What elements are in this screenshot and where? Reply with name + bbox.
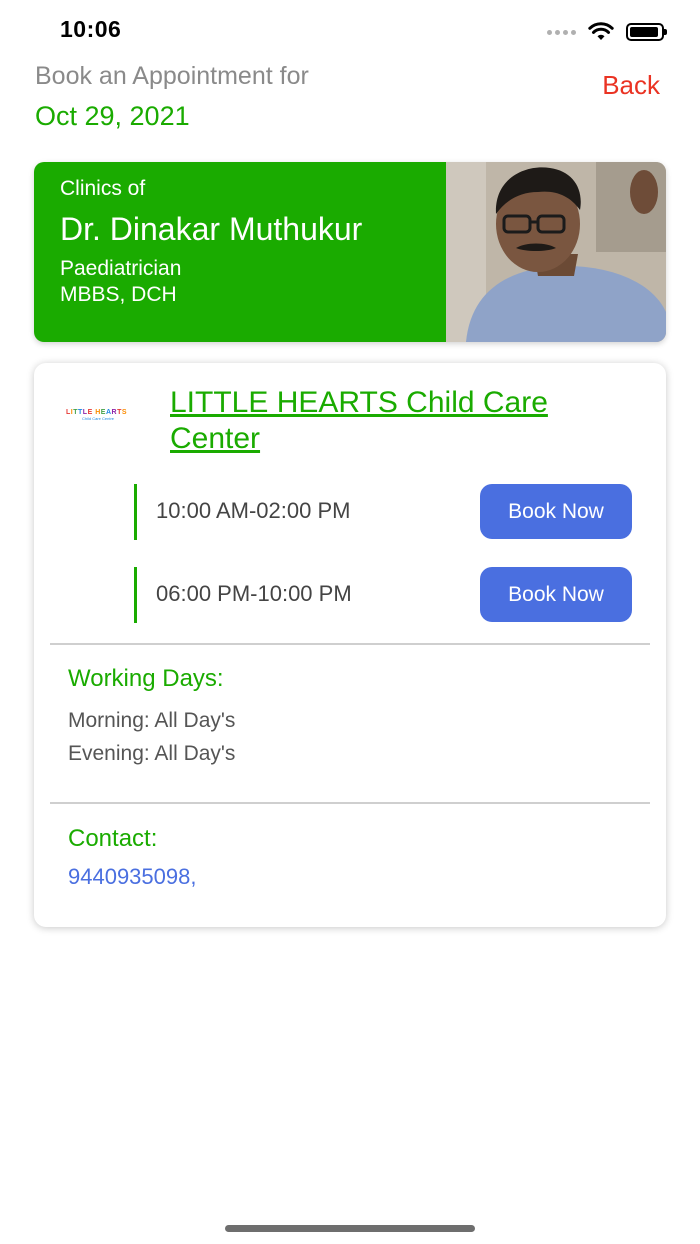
time-slot: 06:00 PM-10:00 PM Book Now — [134, 567, 632, 623]
slot-indicator-bar — [134, 567, 137, 623]
doctor-info: Clinics of Dr. Dinakar Muthukur Paediatr… — [34, 162, 446, 342]
divider — [50, 643, 650, 645]
divider — [50, 802, 650, 804]
doctor-banner: Clinics of Dr. Dinakar Muthukur Paediatr… — [34, 162, 666, 342]
time-slot: 10:00 AM-02:00 PM Book Now — [134, 484, 632, 540]
booking-screen: 10:06 Book an Appointment for Oct 29, 20… — [0, 0, 700, 1244]
battery-icon — [626, 23, 667, 41]
clinic-card: LITTLE HEARTS Child Care Centre LITTLE H… — [34, 363, 666, 927]
clinic-logo: LITTLE HEARTS Child Care Centre — [66, 409, 128, 421]
slot-indicator-bar — [134, 484, 137, 540]
doctor-degree: MBBS, DCH — [60, 283, 177, 306]
appointment-date: Oct 29, 2021 — [35, 101, 190, 131]
morning-hours: Morning: All Day's — [68, 709, 236, 732]
status-icons — [547, 20, 667, 44]
cellular-signal-icon — [547, 29, 576, 35]
header-subtitle: Book an Appointment for — [35, 62, 309, 90]
contact-title: Contact: — [68, 825, 158, 852]
slot-time: 06:00 PM-10:00 PM — [156, 581, 352, 606]
doctor-name: Dr. Dinakar Muthukur — [60, 211, 363, 247]
doctor-specialization: Paediatrician — [60, 257, 182, 280]
slot-time: 10:00 AM-02:00 PM — [156, 498, 351, 523]
clinics-of-label: Clinics of — [60, 177, 146, 200]
status-time: 10:06 — [60, 16, 122, 42]
home-indicator[interactable] — [225, 1225, 475, 1232]
wifi-icon — [588, 22, 614, 40]
back-button[interactable]: Back — [602, 70, 660, 101]
contact-phone-link[interactable]: 9440935098, — [68, 864, 196, 890]
clinic-name-link[interactable]: LITTLE HEARTS Child Care Center — [170, 385, 590, 457]
doctor-photo — [446, 162, 666, 342]
evening-hours: Evening: All Day's — [68, 742, 236, 765]
book-now-button[interactable]: Book Now — [480, 567, 632, 622]
status-bar: 10:06 — [0, 0, 700, 62]
book-now-button[interactable]: Book Now — [480, 484, 632, 539]
working-days-title: Working Days: — [68, 665, 224, 692]
